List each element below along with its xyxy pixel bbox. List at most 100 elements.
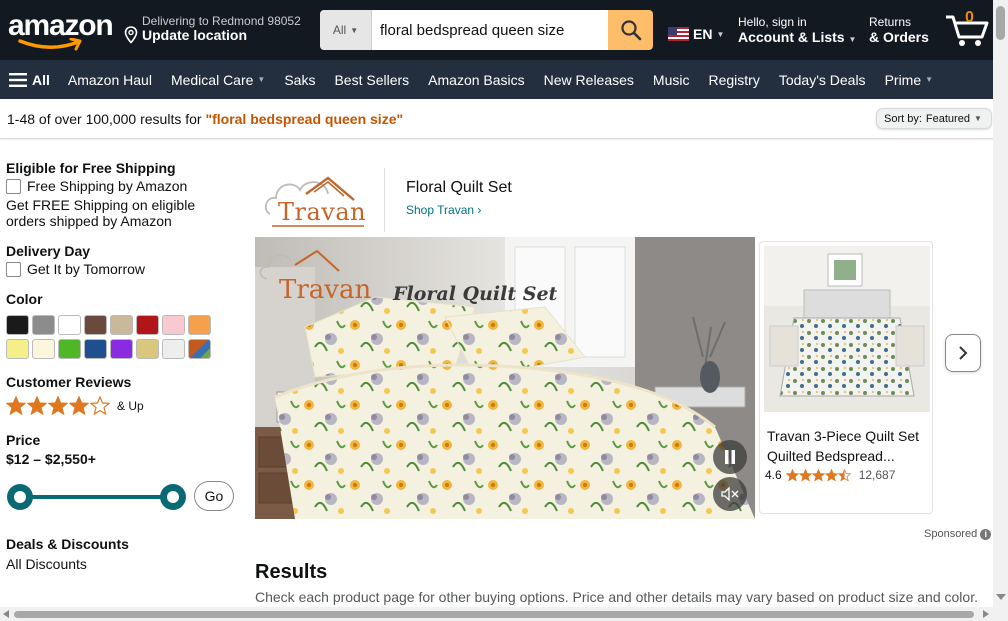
star-icon [785, 468, 799, 482]
mute-button[interactable] [713, 477, 747, 511]
chevron-down-icon: ▼ [716, 29, 725, 39]
color-swatch[interactable] [6, 315, 29, 335]
chevron-right-icon [959, 346, 968, 360]
sort-dropdown[interactable]: Sort by: Featured ▼ [876, 108, 992, 129]
amazon-logo[interactable]: amazon [8, 10, 114, 52]
search-input[interactable] [372, 10, 608, 50]
price-slider-min-handle[interactable] [7, 484, 33, 510]
location-pin-icon [124, 26, 138, 44]
color-swatch[interactable] [84, 315, 107, 335]
chevron-down-icon: ▼ [973, 114, 982, 123]
star-icon [69, 396, 89, 416]
shop-travan-link[interactable]: Shop Travan › [406, 203, 481, 217]
video-logo-text: Travan [279, 275, 372, 305]
cart-button[interactable]: 0 [944, 9, 994, 50]
color-swatch[interactable] [136, 339, 159, 359]
all-menu-button[interactable]: All [9, 72, 50, 88]
star-icon [48, 396, 68, 416]
color-swatch[interactable] [136, 315, 159, 335]
nav-item-best-sellers[interactable]: Best Sellers [334, 72, 409, 88]
free-shipping-note: Get FREE Shipping on eligible orders shi… [6, 197, 196, 229]
star-icon [90, 396, 110, 416]
sponsored-video[interactable]: Travan Floral Quilt Set [255, 237, 755, 519]
free-shipping-checkbox[interactable]: Free Shipping by Amazon [6, 178, 246, 194]
search-department-select[interactable]: All ▼ [320, 10, 372, 50]
nav-item-registry[interactable]: Registry [708, 72, 759, 88]
scroll-right-arrow[interactable] [983, 610, 989, 618]
pause-button[interactable] [713, 440, 747, 474]
color-swatch[interactable] [162, 339, 185, 359]
nav-item-music[interactable]: Music [653, 72, 690, 88]
nav-item-todays-deals[interactable]: Today's Deals [779, 72, 866, 88]
all-discounts-link[interactable]: All Discounts [6, 556, 246, 572]
color-swatch[interactable] [32, 315, 55, 335]
color-swatch[interactable] [188, 339, 211, 359]
horizontal-scrollbar-thumb[interactable] [14, 611, 974, 618]
muted-speaker-icon [721, 487, 739, 501]
color-swatch[interactable] [188, 315, 211, 335]
price-range: $12 – $2,550+ [6, 451, 96, 467]
results-subtext: Check each product page for other buying… [255, 589, 978, 605]
product-title[interactable]: Travan 3-Piece Quilt Set Quilted Bedspre… [767, 426, 927, 466]
color-swatch[interactable] [110, 315, 133, 335]
color-swatch[interactable] [162, 315, 185, 335]
sort-value: Featured [925, 112, 970, 125]
price-slider-max-handle[interactable] [160, 484, 186, 510]
star-icon [811, 468, 825, 482]
info-icon: i [980, 528, 992, 540]
checkbox-icon[interactable] [6, 178, 21, 194]
product-image[interactable] [764, 246, 930, 412]
pause-icon [725, 450, 735, 464]
color-swatch[interactable] [6, 339, 29, 359]
brand-divider [384, 168, 385, 232]
nav-main: All Amazon Haul Medical Care ▼ Saks Best … [0, 60, 1008, 99]
nav-item-amazon-basics[interactable]: Amazon Basics [428, 72, 524, 88]
nav-item-saks[interactable]: Saks [284, 72, 315, 88]
nav-item-new-releases[interactable]: New Releases [544, 72, 634, 88]
all-label: All [32, 71, 50, 88]
price-go-button[interactable]: Go [194, 481, 234, 511]
nav-item-medical-care[interactable]: Medical Care ▼ [171, 72, 265, 88]
returns-orders-link[interactable]: Returns & Orders [869, 15, 929, 45]
chevron-down-icon: ▼ [925, 75, 934, 84]
vertical-scrollbar[interactable] [993, 0, 1008, 621]
color-swatch[interactable] [58, 339, 81, 359]
nav-item-amazon-haul[interactable]: Amazon Haul [68, 72, 152, 88]
update-location-link[interactable]: Update location [142, 27, 247, 43]
scroll-down-arrow[interactable] [996, 594, 1006, 600]
carousel-next-button[interactable] [945, 334, 981, 372]
tomorrow-checkbox[interactable]: Get It by Tomorrow [6, 261, 246, 277]
price-slider-track [20, 495, 174, 499]
checkbox-icon[interactable] [6, 261, 21, 277]
delivery-day-heading: Delivery Day [6, 243, 91, 259]
color-swatch[interactable] [32, 339, 55, 359]
results-info-bar: 1-48 of over 100,000 results for "floral… [0, 99, 1008, 139]
sponsored-product-card[interactable]: Travan 3-Piece Quilt Set Quilted Bedspre… [759, 241, 933, 514]
rating-stars [6, 396, 110, 416]
horizontal-scrollbar[interactable] [0, 607, 993, 621]
filter-sidebar: Eligible for Free Shipping Free Shipping… [6, 160, 246, 572]
search-button[interactable] [608, 10, 653, 50]
language-selector[interactable]: EN ▼ [668, 26, 724, 42]
scroll-left-arrow[interactable] [3, 610, 9, 618]
color-swatch[interactable] [110, 339, 133, 359]
account-menu[interactable]: Hello, sign in Account & Lists ▼ [738, 15, 856, 45]
sponsored-label[interactable]: Sponsored i [924, 528, 992, 540]
video-overlay-title: Floral Quilt Set [393, 283, 558, 305]
account-lists-label: Account & Lists ▼ [738, 29, 857, 45]
star-icon [27, 396, 47, 416]
vertical-scrollbar-thumb[interactable] [996, 6, 1005, 40]
star-icon [837, 468, 851, 482]
color-swatch[interactable] [58, 315, 81, 335]
free-shipping-label: Free Shipping by Amazon [27, 178, 188, 194]
brand-title[interactable]: Floral Quilt Set [406, 179, 512, 197]
travan-logo[interactable]: Travan [264, 170, 368, 230]
four-stars-and-up-filter[interactable]: & Up [6, 396, 246, 416]
product-rating[interactable]: 4.6 12,687 [765, 468, 895, 482]
tomorrow-label: Get It by Tomorrow [27, 261, 146, 277]
free-shipping-heading: Eligible for Free Shipping [6, 160, 176, 176]
nav-item-prime[interactable]: Prime ▼ [885, 72, 933, 88]
rating-value: 4.6 [765, 468, 782, 482]
hamburger-icon [9, 72, 27, 87]
color-swatch[interactable] [84, 339, 107, 359]
